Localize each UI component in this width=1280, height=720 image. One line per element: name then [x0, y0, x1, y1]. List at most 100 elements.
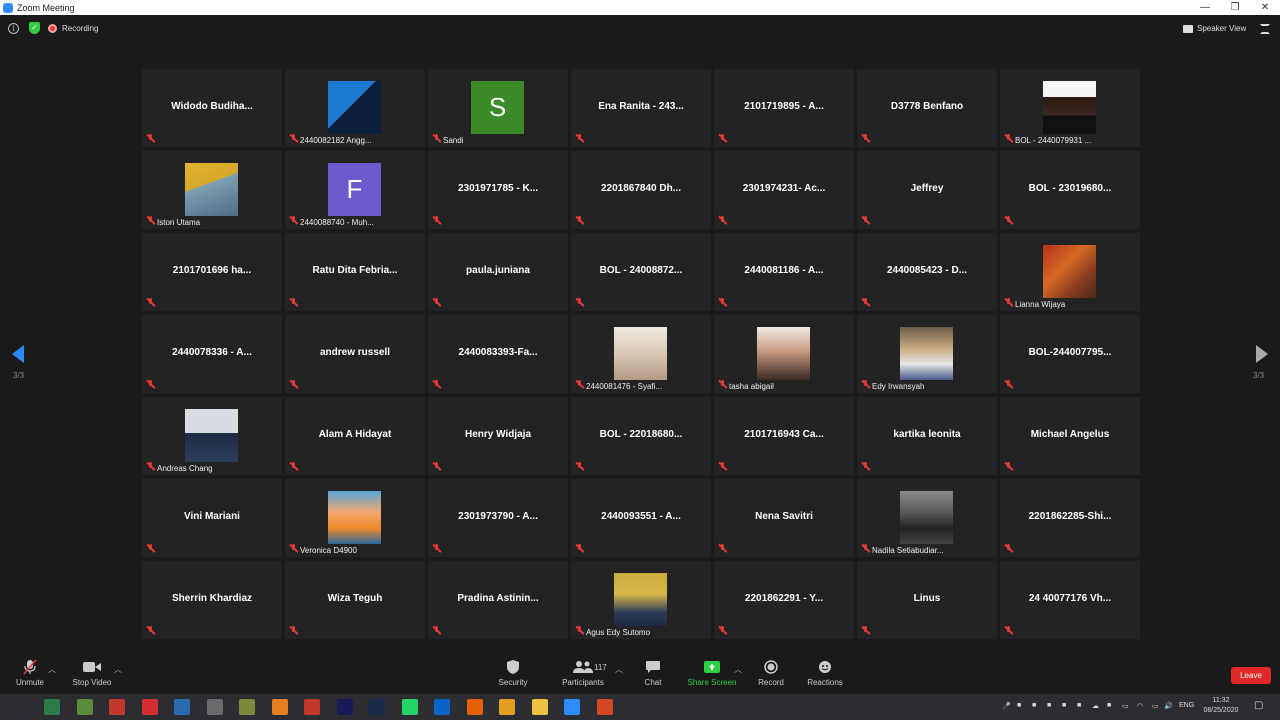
fullscreen-icon[interactable] [1260, 24, 1270, 34]
tray-app-icon[interactable]: ■ [1077, 702, 1081, 709]
participant-tile[interactable]: Ratu Dita Febria... [285, 233, 425, 311]
participant-tile[interactable]: BOL - 24008872... [571, 233, 711, 311]
info-icon[interactable]: i [8, 23, 19, 34]
tray-app-icon[interactable]: ■ [1107, 702, 1111, 709]
tray-app-icon[interactable]: ■ [1047, 702, 1051, 709]
participant-tile[interactable]: 2440085423 - D... [857, 233, 997, 311]
language-indicator[interactable]: ENG [1179, 702, 1194, 709]
participant-tile[interactable]: tasha abigail [714, 315, 854, 393]
tray-cloud-icon[interactable]: ☁ [1092, 702, 1099, 710]
participant-tile[interactable]: Alam A Hidayat [285, 397, 425, 475]
unmute-button[interactable]: Unmute [14, 656, 46, 694]
next-page-arrow-icon[interactable] [1256, 345, 1268, 363]
participant-tile[interactable]: Wiza Teguh [285, 561, 425, 639]
participant-tile[interactable]: D3778 Benfano [857, 69, 997, 147]
participant-tile[interactable]: 2301971785 - K... [428, 151, 568, 229]
notifications-icon[interactable]: ▢ [1254, 700, 1263, 711]
tray-network-icon[interactable]: ▭ [1122, 702, 1129, 710]
tray-microphone-icon[interactable]: 🎤 [1002, 702, 1011, 710]
chat-button[interactable]: Chat [640, 656, 666, 694]
participant-tile[interactable]: 2440093551 - A... [571, 479, 711, 557]
recording-indicator[interactable]: Recording [48, 22, 98, 35]
previous-page-arrow-icon[interactable] [12, 345, 24, 363]
taskbar-chrome-icon[interactable] [499, 699, 515, 715]
maximize-button[interactable]: ❐ [1220, 0, 1250, 15]
participant-tile[interactable]: 2301973790 - A... [428, 479, 568, 557]
taskbar-edge-icon[interactable] [44, 699, 60, 715]
participant-tile[interactable]: Andreas Chang [142, 397, 282, 475]
security-button[interactable]: Security [496, 656, 530, 694]
leave-meeting-button[interactable]: Leave [1231, 667, 1271, 684]
participant-tile[interactable]: BOL - 2440079931 ... [1000, 69, 1140, 147]
participants-chevron-up-icon[interactable]: ︿ [615, 664, 623, 675]
participant-tile[interactable]: BOL-244007795... [1000, 315, 1140, 393]
tray-wifi-icon[interactable]: ◠ [1137, 702, 1143, 710]
participant-tile[interactable]: 2440081186 - A... [714, 233, 854, 311]
taskbar-photoshop-icon[interactable] [369, 699, 385, 715]
participant-tile[interactable]: Veronica D4900 [285, 479, 425, 557]
participant-tile[interactable]: 2440082182 Angg... [285, 69, 425, 147]
share-options-chevron-up-icon[interactable]: ︿ [734, 664, 742, 675]
participant-tile[interactable]: kartika leonita [857, 397, 997, 475]
participant-tile[interactable]: Ena Ranita - 243... [571, 69, 711, 147]
participant-tile[interactable]: Michael Angelus [1000, 397, 1140, 475]
encryption-shield-icon[interactable]: ✓ [29, 22, 40, 34]
participant-tile[interactable]: Edy Irwansyah [857, 315, 997, 393]
participant-tile[interactable]: Widodo Budiha... [142, 69, 282, 147]
participant-tile[interactable]: Henry Widjaja [428, 397, 568, 475]
participant-tile[interactable]: andrew russell [285, 315, 425, 393]
taskbar-premiere-icon[interactable] [336, 699, 353, 715]
taskbar-powerpoint-icon[interactable] [596, 699, 613, 715]
taskbar-app-red-icon[interactable] [109, 699, 125, 715]
windows-start-icon[interactable] [9, 701, 21, 713]
tray-volume-icon[interactable]: 🔊 [1164, 702, 1173, 710]
participant-tile[interactable]: Agus Edy Sutomo [571, 561, 711, 639]
participant-tile[interactable]: 2101701696 ha... [142, 233, 282, 311]
participant-tile[interactable]: 2101716943 Ca... [714, 397, 854, 475]
participant-tile[interactable]: paula.juniana [428, 233, 568, 311]
taskbar-camera-icon[interactable] [174, 699, 190, 715]
taskbar-clock[interactable]: 11:32 08/25/2020 [1196, 696, 1246, 716]
share-screen-button[interactable]: Share Screen [688, 656, 736, 694]
tray-app-icon[interactable]: ■ [1062, 702, 1066, 709]
close-button[interactable]: ✕ [1250, 0, 1280, 15]
taskbar-game-icon[interactable] [206, 699, 223, 715]
audio-options-chevron-up-icon[interactable]: ︿ [48, 664, 56, 675]
participant-tile[interactable]: BOL - 22018680... [571, 397, 711, 475]
tray-video-icon[interactable]: ■ [1017, 702, 1021, 709]
participant-tile[interactable]: 2201862285-Shi... [1000, 479, 1140, 557]
participant-tile[interactable]: Vini Mariani [142, 479, 282, 557]
participant-tile[interactable]: Iston Utama [142, 151, 282, 229]
taskbar-file-explorer-icon[interactable] [531, 699, 548, 715]
participant-tile[interactable]: 2101719895 - A... [714, 69, 854, 147]
participant-tile[interactable]: BOL - 23019680... [1000, 151, 1140, 229]
participant-tile[interactable]: 2201867840 Dh... [571, 151, 711, 229]
participant-tile[interactable]: Nena Savitri [714, 479, 854, 557]
participant-tile[interactable]: 2440078336 - A... [142, 315, 282, 393]
minimize-button[interactable]: — [1190, 0, 1220, 15]
participant-tile[interactable]: Lianna Wijaya [1000, 233, 1140, 311]
participant-tile[interactable]: Sherrin Khardiaz [142, 561, 282, 639]
participant-tile[interactable]: Nadila Setiabudiar... [857, 479, 997, 557]
participant-tile[interactable]: 2440083393-Fa... [428, 315, 568, 393]
stop-video-button[interactable]: Stop Video [70, 656, 114, 694]
taskbar-zoom-icon[interactable] [564, 699, 580, 715]
participant-tile[interactable]: 24 40077176 Vh... [1000, 561, 1140, 639]
record-button[interactable]: Record [756, 656, 786, 694]
participant-tile[interactable]: Linus [857, 561, 997, 639]
tray-battery-icon[interactable]: ▭ [1152, 702, 1159, 710]
participant-tile[interactable]: F 2440088740 - Muh... [285, 151, 425, 229]
tray-app-icon[interactable]: ■ [1032, 702, 1036, 709]
taskbar-outlook-icon[interactable] [434, 699, 450, 715]
participant-tile[interactable]: Jeffrey [857, 151, 997, 229]
participant-tile[interactable]: S Sandi [428, 69, 568, 147]
participant-tile[interactable]: 2301974231- Ac... [714, 151, 854, 229]
taskbar-whatsapp-icon[interactable] [401, 699, 418, 715]
taskbar-app-blue-icon[interactable] [141, 699, 158, 715]
participant-tile[interactable]: 2201862291 - Y... [714, 561, 854, 639]
taskbar-minecraft-icon[interactable] [76, 699, 93, 715]
participant-tile[interactable]: 2440081476 - Syafi... [571, 315, 711, 393]
taskbar-media-encoder-icon[interactable] [304, 699, 320, 715]
reactions-button[interactable]: Reactions [806, 656, 844, 694]
speaker-view-button[interactable]: Speaker View [1183, 22, 1246, 35]
